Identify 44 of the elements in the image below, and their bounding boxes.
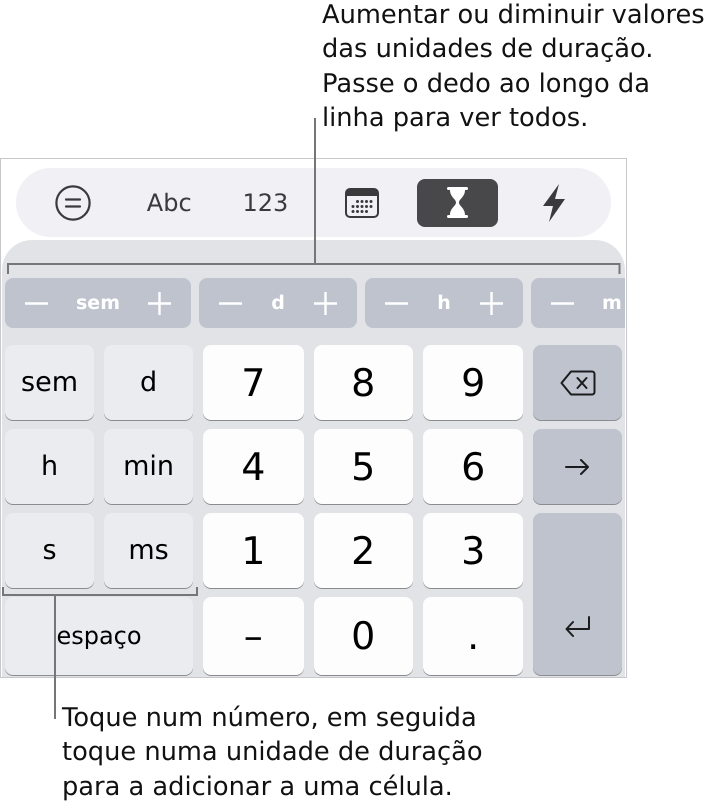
digit-key[interactable]: 3: [423, 513, 524, 588]
equals-circle-icon: [55, 184, 92, 221]
stepper-unit-label: m: [602, 292, 622, 314]
unit-key[interactable]: sem: [5, 345, 94, 420]
next-key[interactable]: [533, 429, 622, 504]
digit-key[interactable]: 7: [203, 345, 304, 420]
return-key[interactable]: [533, 513, 622, 676]
calendar-icon: [344, 188, 379, 218]
stepper-unit-label: sem: [76, 292, 120, 314]
digit-key[interactable]: 8: [314, 345, 413, 420]
digit-key[interactable]: 4: [203, 429, 304, 504]
callout-text: Toque num número, em seguida toque numa unidade de duração para a adicionar a uma célula.: [62, 702, 483, 804]
digit-key[interactable]: 5: [314, 429, 413, 504]
minus-icon[interactable]: [219, 302, 242, 305]
symbol-key[interactable]: –: [203, 597, 304, 676]
unit-key[interactable]: min: [104, 429, 194, 504]
plus-icon[interactable]: [314, 292, 337, 315]
format-tab[interactable]: 123: [224, 178, 306, 227]
format-tab[interactable]: Abc: [128, 178, 210, 227]
delete-icon: [560, 370, 596, 396]
digit-key[interactable]: 1: [203, 513, 304, 588]
minus-icon[interactable]: [551, 302, 574, 305]
digit-key[interactable]: 0: [314, 597, 413, 676]
arrow-right-icon: [565, 458, 590, 475]
digit-key[interactable]: 9: [423, 345, 524, 420]
digit-key[interactable]: 2: [314, 513, 413, 588]
symbol-key[interactable]: .: [423, 597, 524, 676]
plus-icon[interactable]: [148, 292, 171, 315]
plus-icon[interactable]: [480, 292, 503, 315]
delete-key[interactable]: [533, 345, 622, 420]
unit-key[interactable]: h: [5, 429, 94, 504]
space-key[interactable]: espaço: [5, 597, 194, 676]
unit-key[interactable]: s: [5, 513, 94, 588]
digit-key[interactable]: 6: [423, 429, 524, 504]
stepper-unit-label: d: [270, 292, 286, 314]
minus-icon[interactable]: [385, 302, 408, 305]
lightning-bolt-icon: [542, 184, 566, 222]
format-tab[interactable]: [417, 178, 498, 227]
callout-text: Aumentar ou diminuir valores das unidades de duração. Passe o dedo ao longo da linha para ver todos.: [322, 0, 705, 135]
unit-key[interactable]: d: [104, 345, 194, 420]
unit-key[interactable]: ms: [104, 513, 194, 588]
hourglass-icon: [447, 187, 468, 218]
stepper-unit-label: h: [436, 292, 452, 314]
minus-icon[interactable]: [25, 302, 48, 305]
